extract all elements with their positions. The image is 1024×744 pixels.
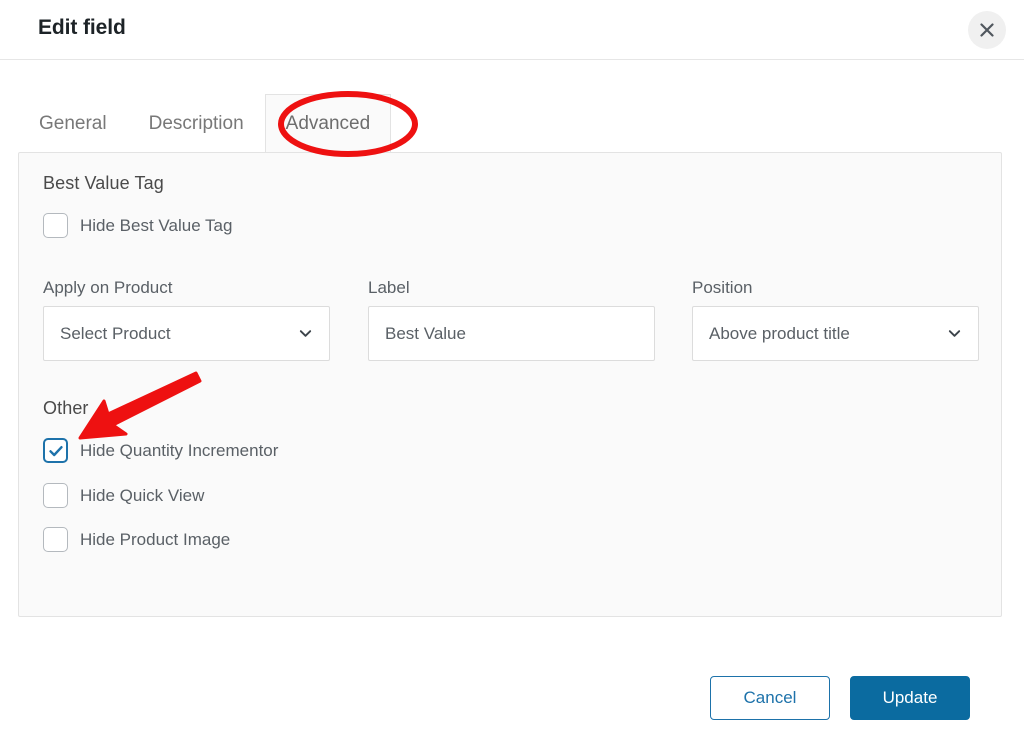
tab-description[interactable]: Description <box>128 94 265 152</box>
checkbox-hide-product-image[interactable] <box>43 527 68 552</box>
select-value-apply-on-product: Select Product <box>60 323 171 343</box>
tab-general[interactable]: General <box>18 94 128 152</box>
close-icon <box>980 23 994 37</box>
modal-header: Edit field <box>0 0 1024 60</box>
checkbox-hide-quantity-incrementor[interactable] <box>43 438 68 463</box>
select-position[interactable]: Above product title <box>692 306 979 361</box>
close-button[interactable] <box>968 11 1006 49</box>
update-button[interactable]: Update <box>850 676 970 720</box>
modal-footer: Cancel Update <box>0 617 1024 744</box>
text-input-value-label: Best Value <box>385 323 466 343</box>
checkbox-hide-quick-view[interactable] <box>43 483 68 508</box>
chevron-down-icon <box>948 330 961 337</box>
select-value-position: Above product title <box>709 323 850 343</box>
checkbox-row-hide-product-image[interactable]: Hide Product Image <box>43 527 230 552</box>
section-heading-other: Other <box>43 398 89 418</box>
field-position: Position Above product title <box>692 278 979 361</box>
checkbox-row-hide-quick-view[interactable]: Hide Quick View <box>43 483 204 508</box>
checkbox-label-hide-quick-view[interactable]: Hide Quick View <box>80 486 204 506</box>
field-label: Label Best Value <box>368 278 655 361</box>
section-heading-best-value-tag: Best Value Tag <box>43 173 164 193</box>
check-icon <box>48 445 63 456</box>
select-apply-on-product[interactable]: Select Product <box>43 306 330 361</box>
checkbox-row-hide-best-value-tag[interactable]: Hide Best Value Tag <box>43 213 232 238</box>
checkbox-row-hide-quantity-incrementor[interactable]: Hide Quantity Incrementor <box>43 438 278 463</box>
field-label-label: Label <box>368 278 410 297</box>
tab-list: General Description Advanced <box>0 94 1024 152</box>
checkbox-label-hide-best-value-tag[interactable]: Hide Best Value Tag <box>80 216 232 236</box>
page-title: Edit field <box>38 16 126 39</box>
field-label-position: Position <box>692 278 753 297</box>
checkbox-hide-best-value-tag[interactable] <box>43 213 68 238</box>
text-input-label[interactable]: Best Value <box>368 306 655 361</box>
advanced-tab-panel: Best Value Tag Hide Best Value Tag Apply… <box>18 152 1002 617</box>
field-label-apply-on-product: Apply on Product <box>43 278 173 297</box>
field-apply-on-product: Apply on Product Select Product <box>43 278 330 361</box>
cancel-button[interactable]: Cancel <box>710 676 830 720</box>
checkbox-label-hide-product-image[interactable]: Hide Product Image <box>80 530 230 550</box>
tab-advanced[interactable]: Advanced <box>264 94 392 152</box>
chevron-down-icon <box>299 330 312 337</box>
checkbox-label-hide-quantity-incrementor[interactable]: Hide Quantity Incrementor <box>80 441 278 461</box>
